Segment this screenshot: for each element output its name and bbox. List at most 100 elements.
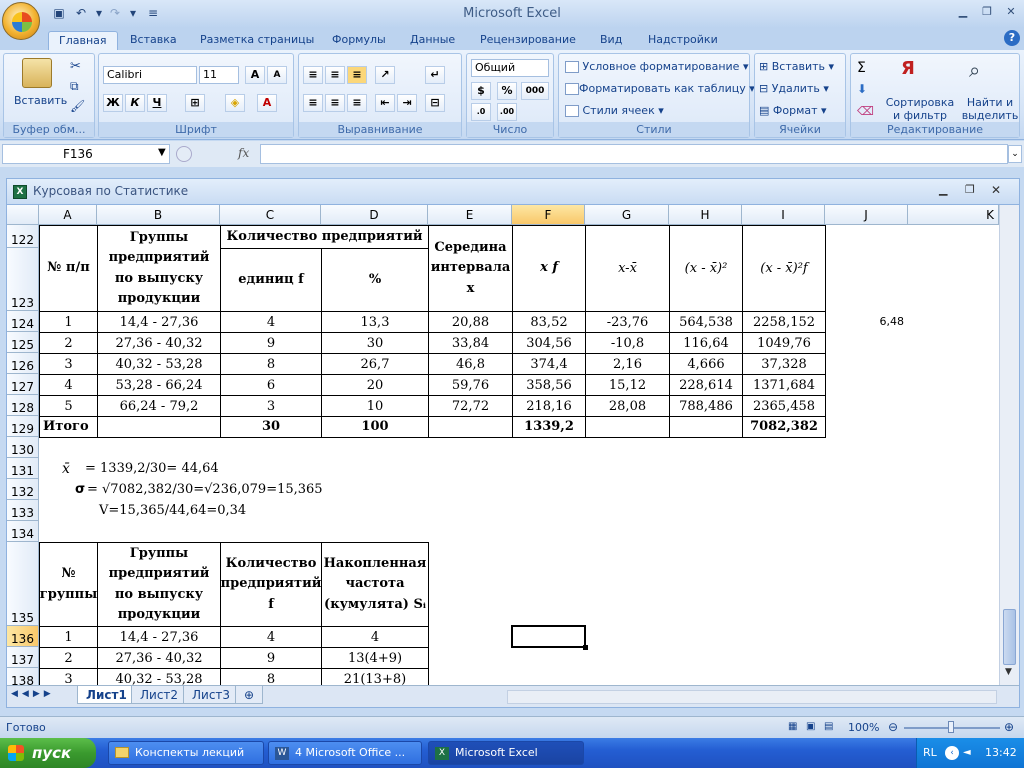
t2-cell-count[interactable]: 9	[220, 647, 322, 669]
italic-button[interactable]: К	[125, 94, 145, 112]
formula-input[interactable]	[260, 144, 1008, 164]
percent-button[interactable]: %	[497, 82, 517, 100]
col-header-f[interactable]: F	[512, 205, 585, 225]
t1-cell-dev2[interactable]: 788,486	[669, 395, 743, 417]
sheet-tab-1[interactable]: Лист1	[77, 686, 136, 704]
cell-j124[interactable]: 6,48	[825, 311, 908, 332]
tab-formulas[interactable]: Формулы	[322, 31, 396, 50]
row-header-129[interactable]: 129	[7, 416, 39, 437]
t1-cell-xf[interactable]: 218,16	[512, 395, 586, 417]
t1-cell-mid[interactable]: 46,8	[428, 353, 513, 375]
t1-cell-group[interactable]: 53,28 - 66,24	[97, 374, 221, 396]
align-middle-icon[interactable]: ≡	[325, 66, 345, 84]
decrease-decimal-icon[interactable]: .00	[497, 103, 517, 121]
t2-cell-num[interactable]: 2	[39, 647, 98, 669]
t2-cell-cum[interactable]: 21(13+8)	[321, 668, 429, 685]
row-header-137[interactable]: 137	[7, 647, 39, 668]
row-header-122[interactable]: 122	[7, 225, 39, 248]
t1-cell-xf[interactable]: 83,52	[512, 311, 586, 333]
active-cell-f136[interactable]	[511, 625, 586, 648]
row-header-130[interactable]: 130	[7, 437, 39, 458]
t1-cell-num[interactable]: 5	[39, 395, 98, 417]
t2-cell-cum[interactable]: 4	[321, 626, 429, 648]
t2-cell-num[interactable]: 1	[39, 626, 98, 648]
orientation-icon[interactable]: ↗	[375, 66, 395, 84]
t1-cell-dev2f[interactable]: 1371,684	[742, 374, 826, 396]
t1-cell-dev[interactable]: 2,16	[585, 353, 670, 375]
t2-cell-group[interactable]: 40,32 - 53,28	[97, 668, 221, 685]
t1-cell-group[interactable]: 40,32 - 53,28	[97, 353, 221, 375]
tab-review[interactable]: Рецензирование	[470, 31, 586, 50]
view-normal-icon[interactable]: ▦	[788, 721, 797, 732]
row-header-125[interactable]: 125	[7, 332, 39, 353]
zoom-level[interactable]: 100%	[848, 721, 879, 734]
row-header-133[interactable]: 133	[7, 500, 39, 521]
col-header-d[interactable]: D	[321, 205, 428, 225]
t1-cell-mid[interactable]: 72,72	[428, 395, 513, 417]
col-header-h[interactable]: H	[669, 205, 742, 225]
align-left-icon[interactable]: ≡	[303, 94, 323, 112]
fill-color-icon[interactable]: ◈	[225, 94, 245, 112]
expand-formula-bar-icon[interactable]: ⌄	[1008, 145, 1022, 163]
font-size-combo[interactable]: 11	[199, 66, 239, 84]
tab-insert[interactable]: Вставка	[120, 31, 187, 50]
t2-header-num[interactable]: № группы	[39, 542, 98, 627]
t1-cell-group[interactable]: 66,24 - 79,2	[97, 395, 221, 417]
t1-total-empty-g[interactable]	[585, 416, 670, 438]
scroll-thumb[interactable]	[1003, 609, 1016, 665]
t1-header-pct[interactable]: %	[321, 248, 429, 312]
t1-total-xf[interactable]: 1339,2	[512, 416, 586, 438]
restore-button[interactable]: ❐	[976, 4, 998, 20]
start-button[interactable]: пуск	[0, 738, 96, 768]
t1-header-num[interactable]: № п/п	[39, 225, 98, 312]
cell-styles-button[interactable]: Стили ячеек ▾	[565, 104, 664, 117]
speaker-icon[interactable]: ◄	[963, 738, 971, 768]
t1-cell-units[interactable]: 3	[220, 395, 322, 417]
t1-header-dev[interactable]: x-x̄	[585, 225, 670, 312]
currency-icon[interactable]: $	[471, 82, 491, 100]
row-header-127[interactable]: 127	[7, 374, 39, 395]
col-header-k[interactable]: K	[908, 205, 999, 225]
t1-total-label[interactable]: Итого	[39, 416, 98, 438]
row-header-128[interactable]: 128	[7, 395, 39, 416]
grow-font-button[interactable]: A	[245, 66, 265, 84]
wb-close-button[interactable]: ✕	[991, 183, 1001, 197]
t1-cell-pct[interactable]: 13,3	[321, 311, 429, 333]
row-header-132[interactable]: 132	[7, 479, 39, 500]
row-header-131[interactable]: 131	[7, 458, 39, 479]
insert-sheet-icon[interactable]: ⊕	[235, 686, 263, 704]
merge-center-icon[interactable]: ⊟	[425, 94, 445, 112]
number-format-combo[interactable]: Общий	[471, 59, 549, 77]
t1-header-units[interactable]: единиц f	[220, 248, 322, 312]
t1-cell-num[interactable]: 1	[39, 311, 98, 333]
font-color-icon[interactable]: A	[257, 94, 277, 112]
name-box[interactable]: F136	[2, 144, 170, 164]
increase-decimal-icon[interactable]: .0	[471, 103, 491, 121]
clear-icon[interactable]: ⌫	[857, 104, 874, 118]
col-header-g[interactable]: G	[585, 205, 669, 225]
thousands-button[interactable]: 000	[521, 82, 549, 100]
t1-cell-dev[interactable]: -23,76	[585, 311, 670, 333]
align-right-icon[interactable]: ≡	[347, 94, 367, 112]
fill-handle[interactable]	[583, 645, 588, 650]
close-button[interactable]: ✕	[1000, 4, 1022, 20]
name-box-dropdown-icon[interactable]: ▼	[158, 147, 166, 158]
t2-header-cum[interactable]: Накопленная частота (кумулята) Sᵢ	[321, 542, 429, 627]
mean-formula[interactable]: = 1339,2/30= 44,64	[85, 461, 219, 476]
font-name-combo[interactable]: Calibri	[103, 66, 197, 84]
t1-cell-xf[interactable]: 304,56	[512, 332, 586, 354]
view-pagebreak-icon[interactable]: ▤	[824, 721, 833, 732]
tab-data[interactable]: Данные	[400, 31, 465, 50]
t1-header-xf[interactable]: x f	[512, 225, 586, 312]
t1-cell-dev[interactable]: 15,12	[585, 374, 670, 396]
fill-icon[interactable]: ⬇	[857, 82, 867, 96]
borders-icon[interactable]: ⊞	[185, 94, 205, 112]
taskbar-item-excel[interactable]: X Microsoft Excel	[428, 741, 584, 765]
worksheet-grid[interactable]: A B C D E F G H I J K 122 123 124 125 12…	[7, 205, 999, 685]
office-button[interactable]	[2, 2, 40, 40]
tab-page-layout[interactable]: Разметка страницы	[190, 31, 324, 50]
t1-cell-units[interactable]: 9	[220, 332, 322, 354]
underline-button[interactable]: Ч	[147, 94, 167, 112]
t1-cell-pct[interactable]: 26,7	[321, 353, 429, 375]
t2-cell-group[interactable]: 14,4 - 27,36	[97, 626, 221, 648]
